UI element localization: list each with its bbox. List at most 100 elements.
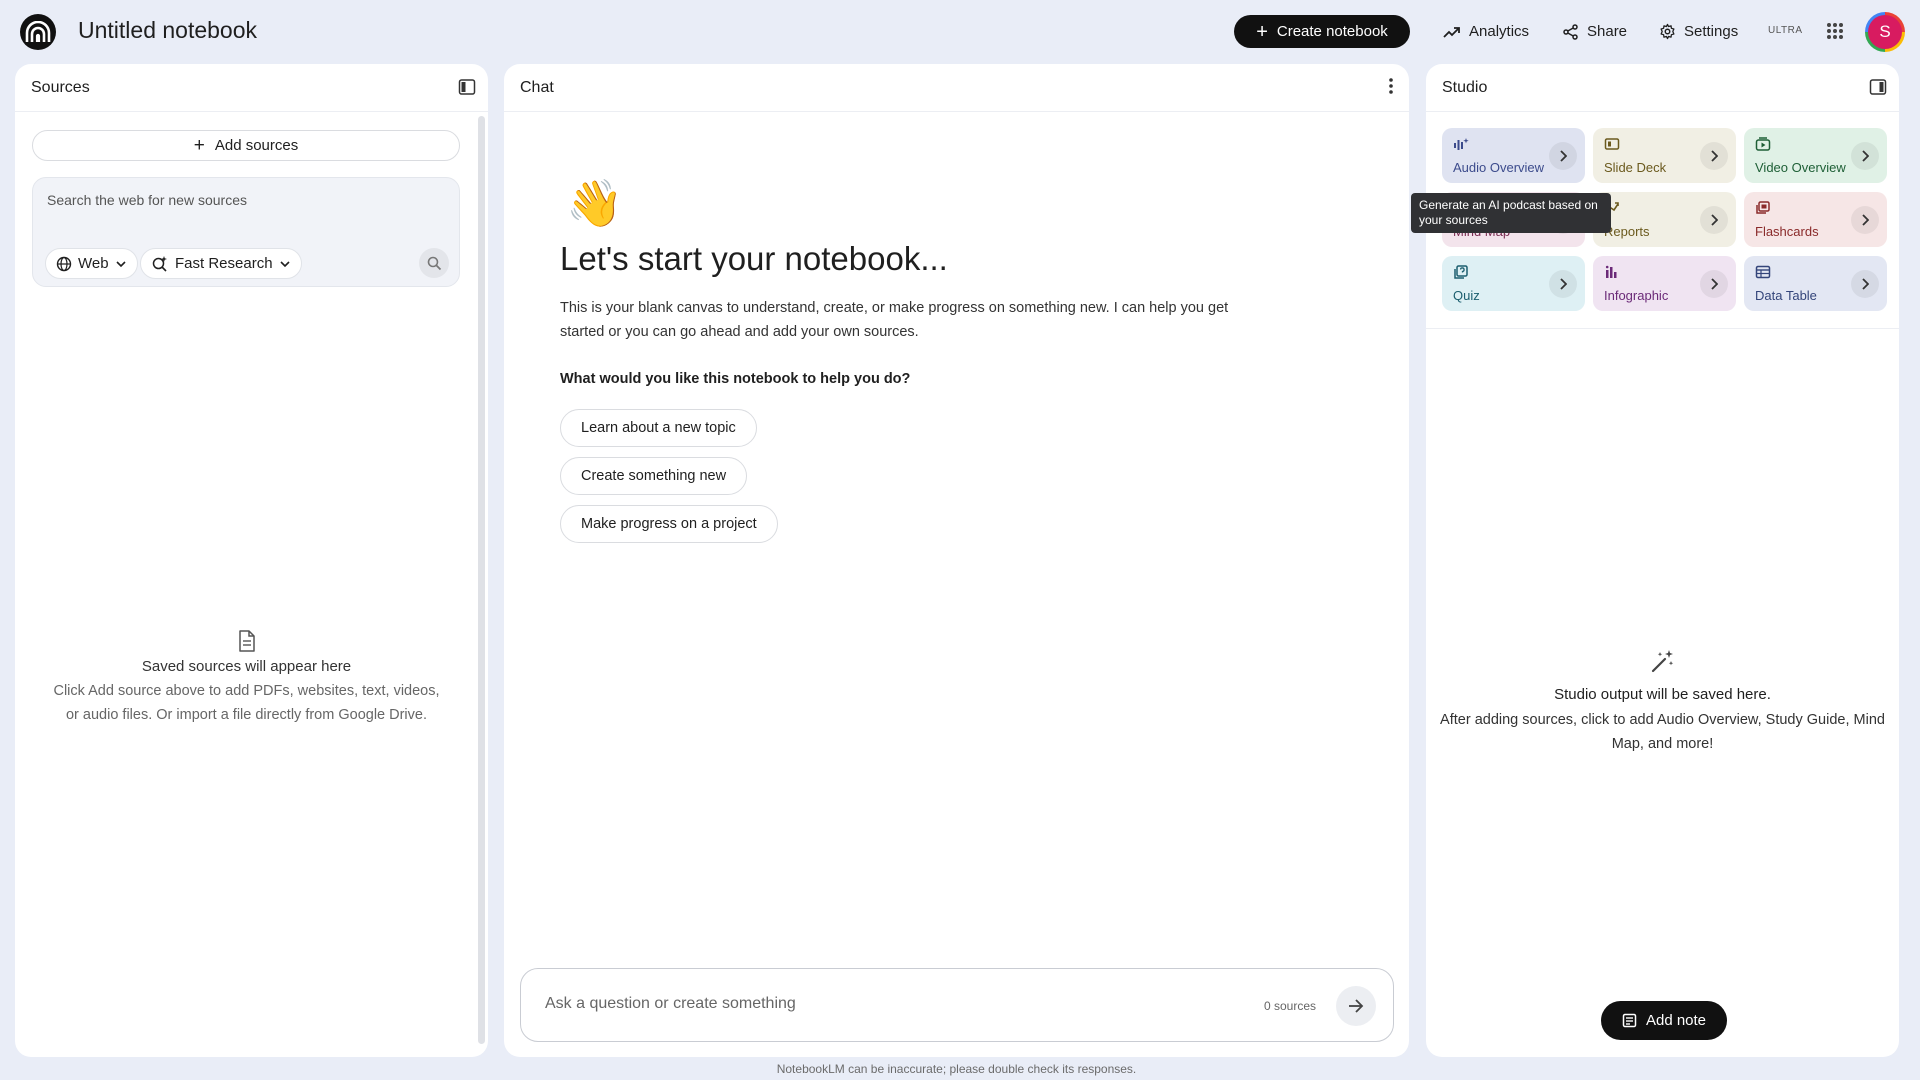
sources-header: Sources <box>15 64 488 112</box>
chat-header: Chat <box>504 64 1409 112</box>
tile-quiz[interactable]: Quiz <box>1442 256 1585 311</box>
apps-grid-icon[interactable] <box>1826 22 1844 40</box>
audio-overview-tooltip: Generate an AI podcast based on your sou… <box>1411 193 1611 233</box>
share-label: Share <box>1587 23 1628 40</box>
share-button[interactable]: Share <box>1553 15 1637 48</box>
research-icon <box>152 255 167 272</box>
notebook-title[interactable]: Untitled notebook <box>78 17 257 44</box>
web-search-box: Web Fast Research <box>32 177 460 287</box>
flashcards-icon <box>1755 201 1771 215</box>
chevron-right-icon[interactable] <box>1851 270 1879 298</box>
studio-empty-state: Studio output will be saved here. After … <box>1426 648 1899 756</box>
studio-empty-description: After adding sources, click to add Audio… <box>1440 712 1885 752</box>
tile-data-table[interactable]: Data Table <box>1744 256 1887 311</box>
source-type-dropdown[interactable]: Web <box>45 248 138 279</box>
add-sources-label: Add sources <box>214 137 299 154</box>
table-icon <box>1755 265 1771 279</box>
settings-button[interactable]: Settings <box>1649 15 1748 48</box>
tile-reports[interactable]: Reports <box>1593 192 1736 247</box>
source-type-label: Web <box>78 255 109 272</box>
tile-label: Infographic <box>1604 288 1669 303</box>
search-submit-button[interactable] <box>419 248 449 278</box>
research-mode-label: Fast Research <box>175 255 273 272</box>
avatar-initial: S <box>1868 15 1902 49</box>
tile-audio-overview[interactable]: Audio Overview <box>1442 128 1585 183</box>
share-icon <box>1563 23 1578 40</box>
chevron-down-icon <box>116 260 126 267</box>
plus-icon: + <box>193 135 205 156</box>
chevron-right-icon[interactable] <box>1700 206 1728 234</box>
slides-icon <box>1604 137 1620 151</box>
chevron-right-icon[interactable] <box>1549 142 1577 170</box>
tile-label: Video Overview <box>1755 160 1846 175</box>
source-count: 0 sources <box>1264 999 1317 1013</box>
more-vert-icon[interactable] <box>1389 78 1393 94</box>
chat-panel: Chat 👋 Let's start your notebook... This… <box>504 64 1409 1057</box>
globe-icon <box>56 256 72 271</box>
gear-icon <box>1660 23 1675 40</box>
chevron-right-icon[interactable] <box>1851 206 1879 234</box>
studio-header: Studio <box>1426 64 1899 112</box>
add-note-button[interactable]: Add note <box>1601 1001 1727 1040</box>
chat-input[interactable] <box>545 995 1245 1013</box>
disclaimer: NotebookLM can be inaccurate; please dou… <box>776 1062 1137 1076</box>
analytics-button[interactable]: Analytics <box>1433 15 1539 48</box>
plus-icon: + <box>1256 20 1268 43</box>
web-search-input[interactable] <box>47 192 427 208</box>
create-notebook-button[interactable]: + Create notebook <box>1234 15 1410 48</box>
tile-infographic[interactable]: Infographic <box>1593 256 1736 311</box>
tile-label: Slide Deck <box>1604 160 1667 175</box>
logo-icon <box>25 21 51 42</box>
sources-scrollbar[interactable] <box>478 116 485 1044</box>
notebooklm-logo[interactable] <box>20 14 56 50</box>
chat-heading: Let's start your notebook... <box>560 240 948 277</box>
sources-empty-description: Click Add source above to add PDFs, webs… <box>53 683 440 723</box>
chat-title: Chat <box>520 78 554 96</box>
sources-panel: Sources + Add sources Web <box>15 64 488 1057</box>
suggestion-chip[interactable]: Create something new <box>560 457 748 495</box>
tile-label: Quiz <box>1453 288 1480 303</box>
studio-title: Studio <box>1442 78 1488 96</box>
suggestion-chip[interactable]: Learn about a new topic <box>560 409 757 447</box>
audio-icon <box>1453 137 1469 151</box>
collapse-panel-icon[interactable] <box>1869 78 1887 96</box>
tile-video-overview[interactable]: Video Overview <box>1744 128 1887 183</box>
account-avatar[interactable]: S <box>1865 12 1905 52</box>
chevron-right-icon[interactable] <box>1549 270 1577 298</box>
sources-empty-title: Saved sources will appear here <box>141 658 352 675</box>
suggestion-chip[interactable]: Make progress on a project <box>560 505 778 543</box>
arrow-right-icon <box>1349 999 1364 1013</box>
chevron-right-icon[interactable] <box>1700 142 1728 170</box>
chat-intro: This is your blank canvas to understand,… <box>560 300 1229 340</box>
chevron-right-icon[interactable] <box>1700 270 1728 298</box>
tile-slide-deck[interactable]: Slide Deck <box>1593 128 1736 183</box>
research-mode-dropdown[interactable]: Fast Research <box>140 248 302 279</box>
chat-question: What would you like this notebook to hel… <box>560 371 911 387</box>
quiz-icon <box>1453 265 1469 279</box>
analytics-label: Analytics <box>1469 23 1530 40</box>
settings-label: Settings <box>1684 23 1739 40</box>
waving-hand-icon: 👋 <box>566 177 624 229</box>
note-icon <box>1622 1013 1637 1028</box>
chevron-down-icon <box>279 260 290 267</box>
chevron-right-icon[interactable] <box>1851 142 1879 170</box>
sources-empty-state: Saved sources will appear here Click Add… <box>15 630 478 727</box>
sources-title: Sources <box>31 78 90 96</box>
top-bar: Untitled notebook + Create notebook Anal… <box>0 0 1920 64</box>
studio-empty-title: Studio output will be saved here. <box>1554 686 1771 703</box>
search-icon <box>427 256 441 270</box>
collapse-panel-icon[interactable] <box>458 78 476 96</box>
trending-up-icon <box>1443 26 1460 38</box>
tile-label: Data Table <box>1755 288 1817 303</box>
studio-panel: Studio Audio Overview Slide Deck Video O… <box>1411 64 1899 1057</box>
add-sources-button[interactable]: + Add sources <box>32 130 460 161</box>
magic-wand-icon <box>1651 650 1673 673</box>
tile-flashcards[interactable]: Flashcards <box>1744 192 1887 247</box>
tile-label: Audio Overview <box>1453 160 1545 175</box>
video-icon <box>1755 137 1771 151</box>
send-button[interactable] <box>1336 986 1376 1026</box>
infographic-icon <box>1604 265 1620 279</box>
add-note-label: Add note <box>1645 1012 1707 1029</box>
chat-input-box: 0 sources <box>520 968 1394 1042</box>
create-notebook-label: Create notebook <box>1276 23 1388 40</box>
